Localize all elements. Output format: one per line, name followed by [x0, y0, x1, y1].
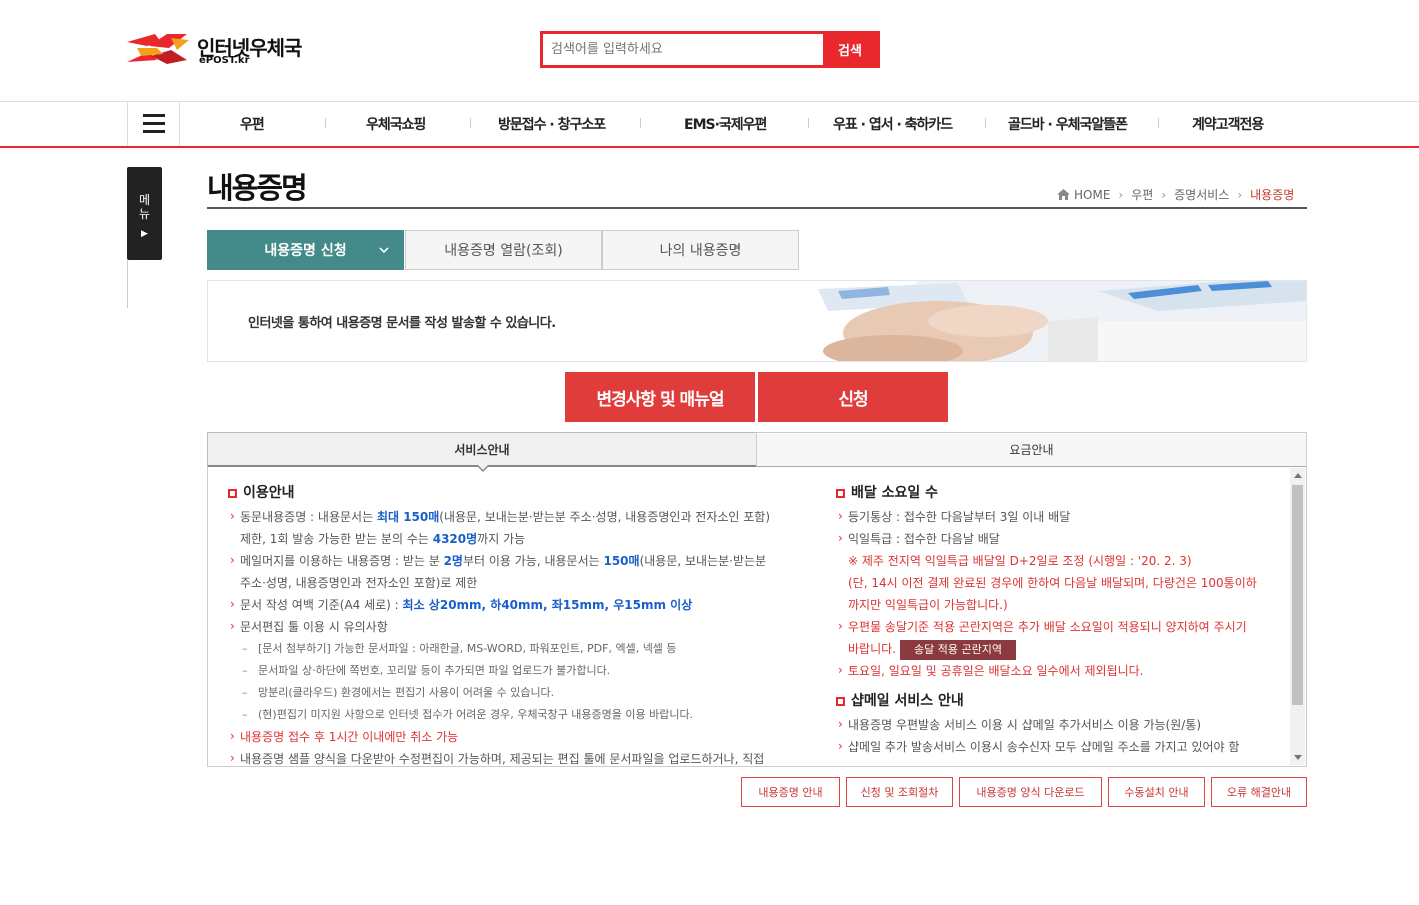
- breadcrumb: HOME › 우편 › 증명서비스 › 내용증명: [1057, 186, 1294, 203]
- gnb-divider: [470, 118, 471, 128]
- usage-guide-heading: 이용안내: [228, 480, 808, 506]
- breadcrumb-certificate[interactable]: 증명서비스: [1174, 186, 1229, 203]
- side-divider: [127, 260, 128, 308]
- banner-text: 인터넷을 통하여 내용증명 문서를 작성 발송할 수 있습니다.: [248, 316, 556, 331]
- gnb-item-corporate[interactable]: 계약고객전용: [1192, 114, 1264, 134]
- home-icon: [1057, 189, 1070, 200]
- gnb-divider: [1158, 118, 1159, 128]
- difficult-area-button[interactable]: 송달 적용 곤란지역: [899, 640, 1016, 660]
- list-item: 샵메일 추가 발송서비스 이용시 송수신자 모두 샵메일 주소를 가지고 있어야…: [836, 735, 1276, 758]
- square-bullet-icon: [228, 488, 237, 498]
- form-download-button[interactable]: 내용증명 양식 다운로드: [959, 777, 1102, 807]
- list-item: 문서 작성 여백 기준(A4 세로) : 최소 상20mm, 하40mm, 좌1…: [228, 593, 808, 616]
- tab-apply-label: 내용증명 신청: [264, 243, 347, 259]
- all-menu-icon[interactable]: [127, 101, 180, 146]
- caret-right-icon: ▶: [141, 229, 148, 239]
- tab-service-guide-label: 서비스안내: [454, 442, 510, 457]
- search-input[interactable]: [543, 34, 823, 65]
- tab-my-certificates[interactable]: 나의 내용증명: [602, 230, 799, 270]
- breadcrumb-current: 내용증명: [1250, 188, 1295, 202]
- title-divider: [207, 207, 1307, 209]
- list-item-continued: 제한, 1회 발송 가능한 받는 분의 수는 4320명까지 가능: [240, 532, 526, 546]
- sub-list-item: 망분리(클라우드) 환경에서는 편집기 사용이 어려울 수 있습니다.: [228, 682, 808, 704]
- search-button[interactable]: 검색: [823, 34, 877, 65]
- gnb-item-parcel[interactable]: 방문접수 · 창구소포: [498, 114, 606, 134]
- jeju-notice: ※ 제주 전지역 익일특급 배달일 D+2일로 조정 (시행일 : '20. 2…: [848, 554, 1192, 568]
- gnb-divider: [808, 118, 809, 128]
- side-menu-toggle[interactable]: 메 뉴 ▶: [127, 167, 162, 260]
- list-item-cancel-notice: 내용증명 접수 후 1시간 이내에만 취소 가능: [228, 725, 808, 748]
- chevron-right-icon: ›: [1161, 187, 1167, 202]
- sub-list-item: (현)편집기 미지원 사항으로 인터넷 접수가 어려운 경우, 우체국창구 내용…: [228, 704, 808, 726]
- list-item: 메일머지를 이용하는 내용증명 : 받는 분 2명부터 이용 가능, 내용문서는…: [228, 549, 808, 572]
- intro-banner: 인터넷을 통하여 내용증명 문서를 작성 발송할 수 있습니다.: [207, 280, 1307, 362]
- gnb-divider: [985, 118, 986, 128]
- express-notice: (단, 14시 이전 결제 완료된 경우에 한하여 다음날 배달되며, 다량건은…: [848, 576, 1257, 590]
- search-bar: 검색: [540, 31, 880, 68]
- square-bullet-icon: [836, 488, 845, 498]
- list-item: 내용증명 우편발송 서비스 이용 시 샵메일 추가서비스 이용 가능(원/통): [836, 713, 1276, 736]
- list-item: 등기통상 : 접수한 다음날부터 3일 이내 배달: [836, 505, 1276, 528]
- gnb-item-goldbar[interactable]: 골드바 · 우체국알뜰폰: [1008, 114, 1128, 134]
- usage-guide-section: 이용안내 동문내용증명 : 내용문서는 최대 150매(내용문, 보내는분·받는…: [228, 480, 808, 766]
- apply-button[interactable]: 신청: [758, 372, 948, 422]
- service-guide-panel[interactable]: 이용안내 동문내용증명 : 내용문서는 최대 150매(내용문, 보내는분·받는…: [207, 466, 1307, 767]
- tab-view[interactable]: 내용증명 열람(조회): [405, 230, 602, 270]
- tab-service-guide[interactable]: 서비스안내: [207, 432, 757, 472]
- tab-fee-guide[interactable]: 요금안내: [756, 432, 1307, 467]
- changes-manual-button[interactable]: 변경사항 및 매뉴얼: [565, 372, 755, 422]
- list-item: 동문내용증명 : 내용문서는 최대 150매(내용문, 보내는분·받는분 주소·…: [228, 505, 808, 528]
- list-item: 문서편집 툴 이용 시 유의사항: [228, 615, 808, 638]
- gnb-item-post[interactable]: 우편: [240, 114, 265, 134]
- list-item: 우편물 송달기준 적용 곤란지역은 추가 배달 소요일이 적용되니 양지하여 주…: [836, 615, 1276, 638]
- chevron-right-icon: ›: [1237, 187, 1243, 202]
- guide-button[interactable]: 내용증명 안내: [741, 777, 840, 807]
- list-item: 토요일, 일요일 및 공휴일은 배달소요 일수에서 제외됩니다.: [836, 659, 1276, 682]
- scroll-up-icon[interactable]: [1294, 473, 1302, 478]
- tab-apply[interactable]: 내용증명 신청: [207, 230, 404, 270]
- scroll-down-icon[interactable]: [1294, 755, 1302, 760]
- side-menu-label: 뉴: [138, 207, 151, 221]
- banner-illustration: [798, 281, 1306, 361]
- manual-install-button[interactable]: 수동설치 안내: [1108, 777, 1205, 807]
- sub-list-item: [문서 첨부하기] 가능한 문서파일 : 아래한글, MS-WORD, 파워포인…: [228, 638, 808, 660]
- gnb-divider: [640, 118, 641, 128]
- logo-mark-icon: [127, 34, 189, 64]
- sub-list-item: 문서파일 상·하단에 쪽번호, 꼬리말 등이 추가되면 파일 업로드가 불가합니…: [228, 660, 808, 682]
- list-item: 익일특급 : 접수한 다음날 배달: [836, 527, 1276, 550]
- scrollbar-thumb[interactable]: [1292, 485, 1303, 705]
- shopmail-heading: 샵메일 서비스 안내: [836, 688, 1276, 714]
- chevron-right-icon: ›: [1118, 187, 1124, 202]
- breadcrumb-post[interactable]: 우편: [1131, 186, 1153, 203]
- procedure-button[interactable]: 신청 및 조회절차: [846, 777, 953, 807]
- error-guide-button[interactable]: 오류 해결안내: [1211, 777, 1307, 807]
- square-bullet-icon: [836, 696, 845, 706]
- gnb-item-stamps[interactable]: 우표 · 엽서 · 축하카드: [833, 114, 953, 134]
- list-item-continued: 바랍니다. 송달 적용 곤란지역: [836, 638, 1276, 660]
- breadcrumb-home[interactable]: HOME: [1074, 188, 1110, 202]
- list-item-continued: 주소·성명, 내용증명인과 전자소인 포함)로 제한: [240, 576, 478, 590]
- gnb-divider: [325, 118, 326, 128]
- logo-subtitle: ePOST.kr: [199, 55, 250, 66]
- gnb-item-shopping[interactable]: 우체국쇼핑: [366, 114, 426, 134]
- gnb-item-ems[interactable]: EMS·국제우편: [684, 114, 767, 134]
- delivery-days-heading: 배달 소요일 수: [836, 480, 1276, 506]
- delivery-section: 배달 소요일 수 등기통상 : 접수한 다음날부터 3일 이내 배달 익일특급 …: [836, 480, 1276, 758]
- chevron-down-icon: [379, 247, 389, 254]
- express-notice: 까지만 익일특급이 가능합니다.): [848, 598, 1008, 612]
- content-tabs: 서비스안내 요금안내: [207, 432, 1307, 472]
- page-title: 내용증명: [207, 171, 308, 205]
- side-menu-label: 메: [138, 193, 151, 207]
- list-item: 내용증명 샘플 양식을 다운받아 수정편집이 가능하며, 제공되는 편집 툴에 …: [228, 747, 808, 766]
